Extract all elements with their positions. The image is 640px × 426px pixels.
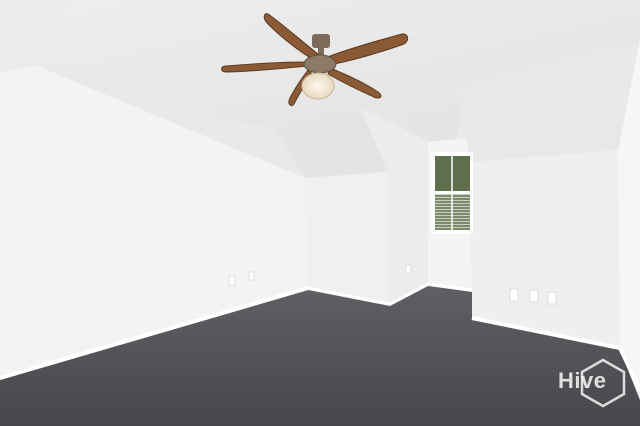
- outlet-5: [529, 289, 539, 303]
- watermark-logo: Hive: [558, 358, 630, 408]
- outlet-4: [509, 288, 519, 302]
- outlet-3: [405, 264, 412, 274]
- hexagon-logo-icon: [580, 358, 626, 408]
- outlet-1: [228, 275, 236, 286]
- room-photo: Hive: [0, 0, 640, 426]
- back-wall: [305, 172, 390, 304]
- outlet-6: [547, 291, 557, 305]
- fan-light-globe: [301, 72, 335, 100]
- right-wall: [470, 150, 620, 350]
- outlet-2: [248, 271, 255, 281]
- bedroom-illustration: [0, 0, 640, 426]
